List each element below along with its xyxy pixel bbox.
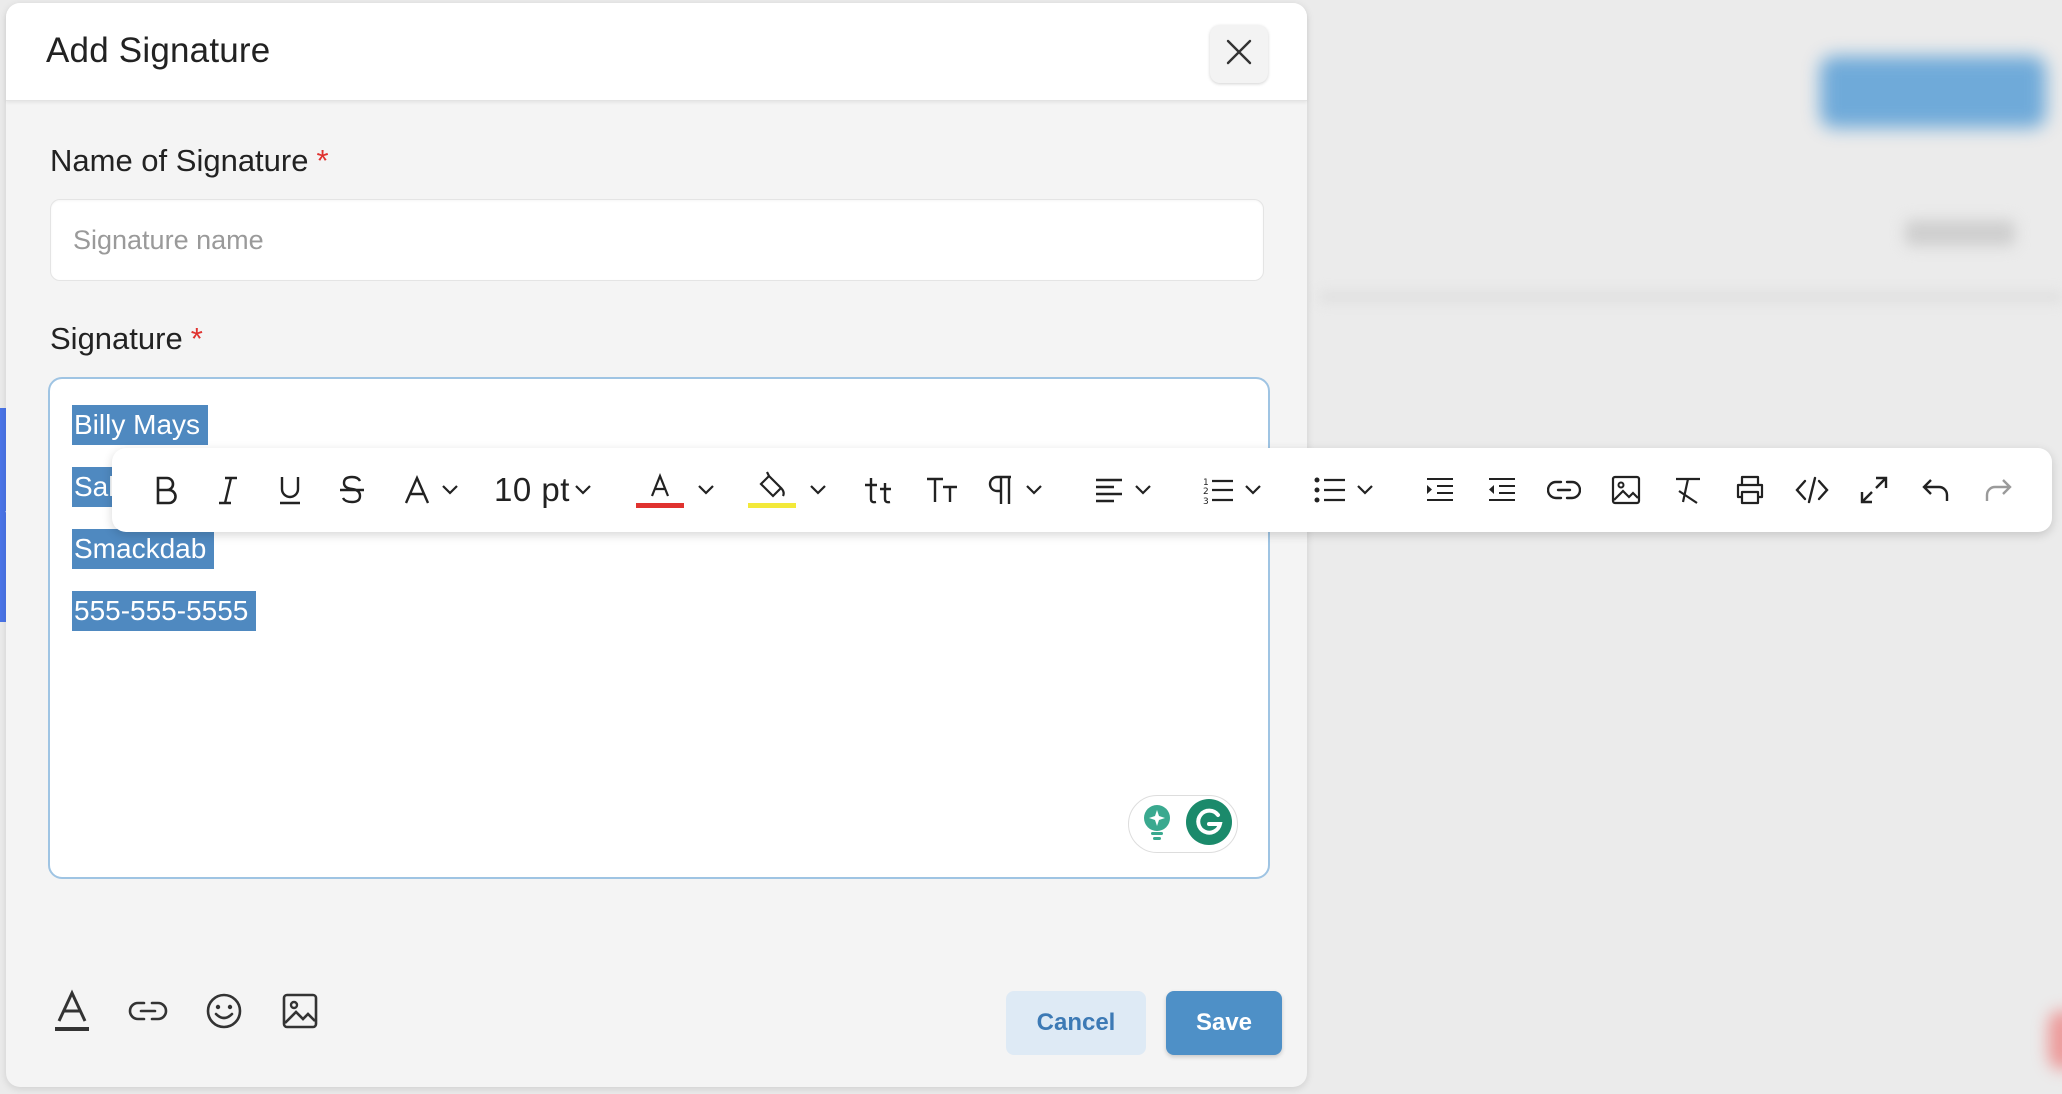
outdent-button[interactable] — [1476, 448, 1528, 532]
clear-format-button[interactable] — [1662, 448, 1714, 532]
align-select[interactable] — [1088, 448, 1158, 532]
code-view-button[interactable] — [1786, 448, 1838, 532]
print-button[interactable] — [1724, 448, 1776, 532]
emoji-icon — [205, 992, 243, 1035]
unordered-list-icon — [1314, 476, 1346, 504]
insert-image-button[interactable] — [278, 991, 322, 1035]
font-family-icon — [403, 475, 431, 505]
background-notification-dot — [2048, 1010, 2062, 1070]
font-size-value: 10 pt — [494, 471, 570, 508]
highlight-color-icon — [747, 470, 797, 510]
code-view-icon — [1795, 476, 1829, 504]
required-marker: * — [316, 143, 329, 178]
chevron-down-icon — [1244, 484, 1262, 496]
modal-header: Add Signature — [6, 3, 1307, 101]
text-format-button[interactable] — [50, 988, 94, 1038]
text-color-select[interactable] — [630, 448, 720, 532]
link-icon — [1547, 479, 1581, 501]
chevron-down-icon — [809, 484, 827, 496]
font-size-select[interactable]: 10 pt — [488, 448, 598, 532]
image-icon — [281, 992, 319, 1035]
signature-line[interactable]: Billy Mays — [72, 405, 209, 445]
undo-icon — [1921, 477, 1951, 503]
lowercase-icon — [863, 475, 897, 505]
highlight-color-select[interactable] — [742, 448, 832, 532]
outdent-icon — [1487, 477, 1517, 503]
grammarly-widget[interactable] — [1128, 795, 1238, 853]
grammarly-icon[interactable] — [1185, 798, 1233, 851]
fullscreen-icon — [1859, 475, 1889, 505]
close-button[interactable] — [1210, 25, 1268, 83]
chevron-down-icon — [1025, 484, 1043, 496]
text-format-icon — [53, 988, 91, 1038]
svg-text:2: 2 — [1203, 487, 1209, 497]
bold-button[interactable] — [140, 448, 192, 532]
font-family-select[interactable] — [396, 448, 466, 532]
chevron-down-icon — [697, 484, 715, 496]
unordered-list-select[interactable] — [1304, 448, 1384, 532]
add-signature-modal: Add Signature Name of Signature * Signatu… — [6, 3, 1307, 1087]
name-field-label: Name of Signature * — [50, 143, 329, 179]
background-blurred-text — [1905, 220, 2015, 246]
chevron-down-icon — [441, 484, 459, 496]
text-color-icon — [635, 470, 685, 510]
signature-field-label: Signature * — [50, 321, 203, 357]
signature-field-label-text: Signature — [50, 321, 183, 356]
chevron-down-icon — [1134, 484, 1152, 496]
name-field-label-text: Name of Signature — [50, 143, 309, 178]
redo-button[interactable] — [1972, 448, 2024, 532]
background-blurred-button — [1820, 56, 2046, 128]
modal-title: Add Signature — [46, 31, 271, 70]
strikethrough-button[interactable] — [326, 448, 378, 532]
undo-button[interactable] — [1910, 448, 1962, 532]
emoji-button[interactable] — [202, 991, 246, 1035]
lowercase-button[interactable] — [854, 448, 906, 532]
signature-line[interactable]: 555-555-5555 — [72, 591, 257, 631]
print-icon — [1734, 475, 1766, 505]
uppercase-button[interactable] — [916, 448, 968, 532]
image-button[interactable] — [1600, 448, 1652, 532]
underline-icon — [276, 474, 304, 506]
align-icon — [1094, 477, 1124, 503]
close-icon — [1225, 38, 1253, 71]
indent-icon — [1425, 477, 1455, 503]
strikethrough-icon — [338, 474, 366, 506]
chevron-down-icon — [1356, 484, 1374, 496]
italic-button[interactable] — [202, 448, 254, 532]
editor-toolbar: 10 pt 123 — [112, 448, 2052, 532]
uppercase-icon — [925, 475, 959, 505]
required-marker: * — [190, 321, 203, 356]
clear-format-icon — [1673, 475, 1703, 505]
background-divider — [1320, 292, 2062, 302]
svg-text:3: 3 — [1203, 497, 1209, 506]
italic-icon — [215, 475, 241, 505]
indent-button[interactable] — [1414, 448, 1466, 532]
ordered-list-select[interactable]: 123 — [1192, 448, 1272, 532]
signature-name-input[interactable] — [50, 199, 1264, 281]
paragraph-icon — [987, 474, 1015, 506]
paragraph-select[interactable] — [980, 448, 1050, 532]
signature-line[interactable]: Smackdab — [72, 529, 215, 569]
ordered-list-icon: 123 — [1202, 474, 1234, 506]
insert-link-button[interactable] — [126, 991, 170, 1035]
lightbulb-icon[interactable] — [1139, 802, 1175, 847]
chevron-down-icon — [574, 484, 592, 496]
bold-icon — [153, 475, 179, 505]
image-icon — [1611, 475, 1641, 505]
link-icon — [128, 999, 168, 1028]
save-button[interactable]: Save — [1166, 991, 1282, 1055]
underline-button[interactable] — [264, 448, 316, 532]
link-button[interactable] — [1538, 448, 1590, 532]
cancel-button[interactable]: Cancel — [1006, 991, 1146, 1055]
fullscreen-button[interactable] — [1848, 448, 1900, 532]
redo-icon — [1983, 477, 2013, 503]
